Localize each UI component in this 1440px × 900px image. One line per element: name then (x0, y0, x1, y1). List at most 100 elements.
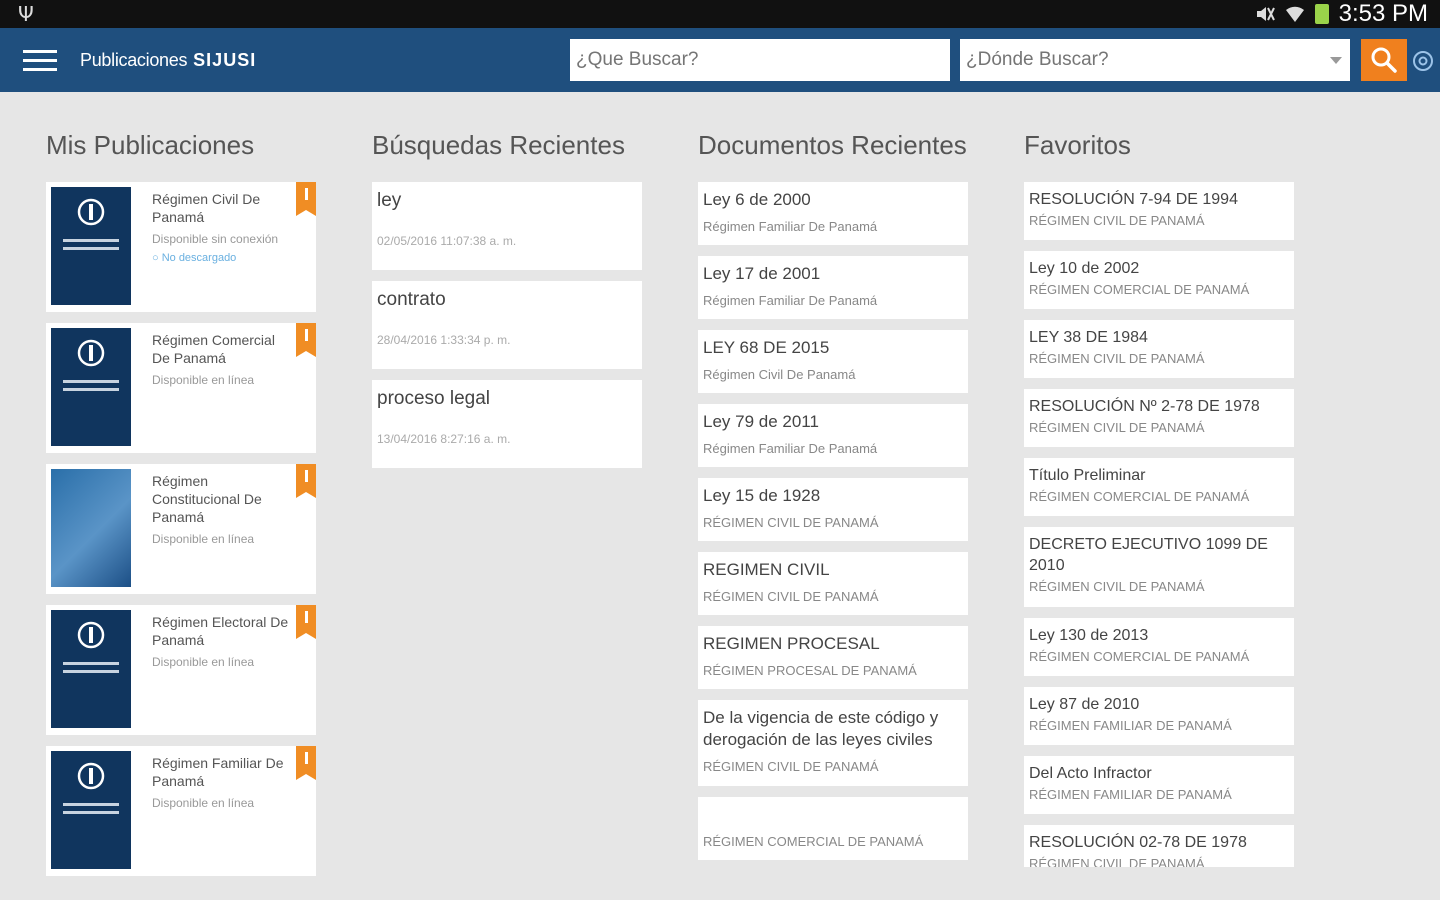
gear-icon (1413, 51, 1433, 71)
publication-info: Régimen Electoral De Panamá Disponible en… (131, 610, 291, 730)
search-term: contrato (377, 289, 446, 310)
recent-document-card[interactable]: RÉGIMEN COMERCIAL DE PANAMÁ (698, 797, 968, 860)
bookmark-mark (304, 611, 308, 623)
recent-document-card[interactable]: Ley 6 de 2000 Régimen Familiar De Panamá (698, 182, 968, 245)
publication-cover (51, 187, 131, 305)
recent-search-card[interactable]: ley 02/05/2016 11:07:38 a. m. (372, 182, 642, 270)
document-title: Ley 17 de 2001 (703, 264, 821, 283)
documents-list: Ley 6 de 2000 Régimen Familiar De Panamá L… (698, 182, 968, 860)
favorite-title: RESOLUCIÓN 7-94 DE 1994 (1029, 191, 1238, 208)
menu-icon (23, 49, 57, 53)
documents-column: Documentos Recientes Ley 6 de 2000 Régime… (698, 92, 968, 871)
cover-line (63, 239, 119, 242)
bookmark-icon[interactable] (296, 605, 316, 639)
document-title: De la vigencia de este código y derogaci… (703, 708, 939, 749)
favorite-source: RÉGIMEN CIVIL DE PANAMÁ (1029, 579, 1205, 594)
searches-heading: Búsquedas Recientes (372, 130, 625, 160)
favorite-card[interactable]: DECRETO EJECUTIVO 1099 DE 2010 RÉGIMEN CI… (1024, 527, 1294, 607)
publication-card[interactable]: Régimen Familiar De Panamá Disponible en … (46, 746, 316, 876)
favorite-title: Título Preliminar (1029, 467, 1146, 484)
where-input[interactable] (966, 49, 1316, 71)
publication-status: Disponible en línea (152, 373, 255, 387)
bookmark-mark (304, 188, 308, 200)
seal-icon (77, 198, 105, 226)
recent-document-card[interactable]: REGIMEN PROCESAL RÉGIMEN PROCESAL DE PANA… (698, 626, 968, 689)
settings-button[interactable] (1410, 48, 1436, 74)
recent-document-card[interactable]: Ley 79 de 2011 Régimen Familiar De Panamá (698, 404, 968, 467)
favorite-card[interactable]: RESOLUCIÓN Nº 2-78 DE 1978 RÉGIMEN CIVIL … (1024, 389, 1294, 447)
document-source: Régimen Familiar De Panamá (703, 293, 878, 308)
cover-line (63, 670, 119, 673)
bookmark-icon[interactable] (296, 182, 316, 216)
favorite-title: Ley 130 de 2013 (1029, 627, 1149, 644)
bookmark-icon[interactable] (296, 746, 316, 780)
favorite-title: RESOLUCIÓN 02-78 DE 1978 (1029, 834, 1247, 851)
searches-column: Búsquedas Recientes ley 02/05/2016 11:07:… (372, 92, 642, 479)
favorite-title: RESOLUCIÓN Nº 2-78 DE 1978 (1029, 398, 1260, 415)
publication-status: Disponible en línea (152, 532, 255, 546)
cover-line (63, 380, 119, 383)
publication-cover (51, 751, 131, 869)
recent-document-card[interactable]: Ley 17 de 2001 Régimen Familiar De Panamá (698, 256, 968, 319)
bookmark-mark (304, 470, 308, 482)
cover-line (63, 811, 119, 814)
favorite-card[interactable]: LEY 38 DE 1984 RÉGIMEN CIVIL DE PANAMÁ (1024, 320, 1294, 378)
favorite-card[interactable]: Ley 130 de 2013 RÉGIMEN COMERCIAL DE PANA… (1024, 618, 1294, 676)
publication-status: Disponible sin conexión (152, 232, 279, 246)
publication-status: Disponible en línea (152, 655, 255, 669)
publications-list: Régimen Civil De Panamá Disponible sin co… (46, 182, 316, 876)
favorites-list: RESOLUCIÓN 7-94 DE 1994 RÉGIMEN CIVIL DE … (1024, 182, 1294, 867)
favorite-title: Ley 87 de 2010 (1029, 696, 1140, 713)
recent-document-card[interactable]: Ley 15 de 1928 RÉGIMEN CIVIL DE PANAMÁ (698, 478, 968, 541)
publication-status: Disponible en línea (152, 796, 255, 810)
favorite-source: RÉGIMEN COMERCIAL DE PANAMÁ (1029, 282, 1250, 297)
bookmark-icon[interactable] (296, 323, 316, 357)
cover-line (63, 803, 119, 806)
favorite-title: Ley 10 de 2002 (1029, 260, 1140, 277)
menu-button[interactable] (0, 28, 80, 92)
cover-line (63, 662, 119, 665)
publication-card[interactable]: Régimen Constitucional De Panamá Disponib… (46, 464, 316, 594)
favorite-card[interactable]: Ley 10 de 2002 RÉGIMEN COMERCIAL DE PANAM… (1024, 251, 1294, 309)
favorite-card[interactable]: Título Preliminar RÉGIMEN COMERCIAL DE PA… (1024, 458, 1294, 516)
document-title: REGIMEN PROCESAL (703, 634, 880, 653)
publication-info: Régimen Familiar De Panamá Disponible en … (131, 751, 291, 871)
seal-icon (77, 762, 105, 790)
search-icon (1371, 47, 1397, 73)
bookmark-icon[interactable] (296, 464, 316, 498)
publications-column: Mis Publicaciones Régimen Civil De Panam… (46, 92, 316, 887)
publication-info: Régimen Constitucional De Panamá Disponib… (131, 469, 291, 589)
search-input[interactable] (570, 39, 950, 81)
where-dropdown[interactable] (960, 39, 1350, 81)
document-title: Ley 6 de 2000 (703, 190, 811, 209)
favorite-source: RÉGIMEN CIVIL DE PANAMÁ (1029, 213, 1205, 228)
document-source: RÉGIMEN CIVIL DE PANAMÁ (703, 515, 879, 530)
status-bar: Ψ 3:53 PM (0, 0, 1440, 28)
favorite-card[interactable]: Ley 87 de 2010 RÉGIMEN FAMILIAR DE PANAMÁ (1024, 687, 1294, 745)
favorite-source: RÉGIMEN COMERCIAL DE PANAMÁ (1029, 489, 1250, 504)
cover-line (63, 247, 119, 250)
recent-document-card[interactable]: De la vigencia de este código y derogaci… (698, 700, 968, 786)
chevron-down-icon (1330, 56, 1342, 64)
bookmark-mark (304, 329, 308, 341)
document-title: LEY 68 DE 2015 (703, 338, 830, 357)
publication-card[interactable]: Régimen Comercial De Panamá Disponible en… (46, 323, 316, 453)
publication-cover (51, 469, 131, 587)
favorite-card[interactable]: Del Acto Infractor RÉGIMEN FAMILIAR DE PA… (1024, 756, 1294, 814)
recent-search-card[interactable]: contrato 28/04/2016 1:33:34 p. m. (372, 281, 642, 369)
publication-info: Régimen Comercial De Panamá Disponible en… (131, 328, 291, 448)
favorites-heading: Favoritos (1024, 130, 1131, 160)
recent-search-card[interactable]: proceso legal 13/04/2016 8:27:16 a. m. (372, 380, 642, 468)
recent-document-card[interactable]: LEY 68 DE 2015 Régimen Civil De Panamá (698, 330, 968, 393)
document-source: Régimen Familiar De Panamá (703, 219, 878, 234)
search-button[interactable] (1361, 39, 1407, 81)
publication-card[interactable]: Régimen Civil De Panamá Disponible sin co… (46, 182, 316, 312)
recent-document-card[interactable]: REGIMEN CIVIL RÉGIMEN CIVIL DE PANAMÁ (698, 552, 968, 615)
favorite-card[interactable]: RESOLUCIÓN 7-94 DE 1994 RÉGIMEN CIVIL DE … (1024, 182, 1294, 240)
document-title: Ley 15 de 1928 (703, 486, 821, 505)
publication-card[interactable]: Régimen Electoral De Panamá Disponible en… (46, 605, 316, 735)
favorite-card[interactable]: RESOLUCIÓN 02-78 DE 1978 RÉGIMEN CIVIL DE… (1024, 825, 1294, 867)
favorite-source: RÉGIMEN FAMILIAR DE PANAMÁ (1029, 718, 1232, 733)
publication-title: Régimen Familiar De Panamá (152, 755, 284, 789)
search-date: 13/04/2016 8:27:16 a. m. (377, 432, 511, 446)
